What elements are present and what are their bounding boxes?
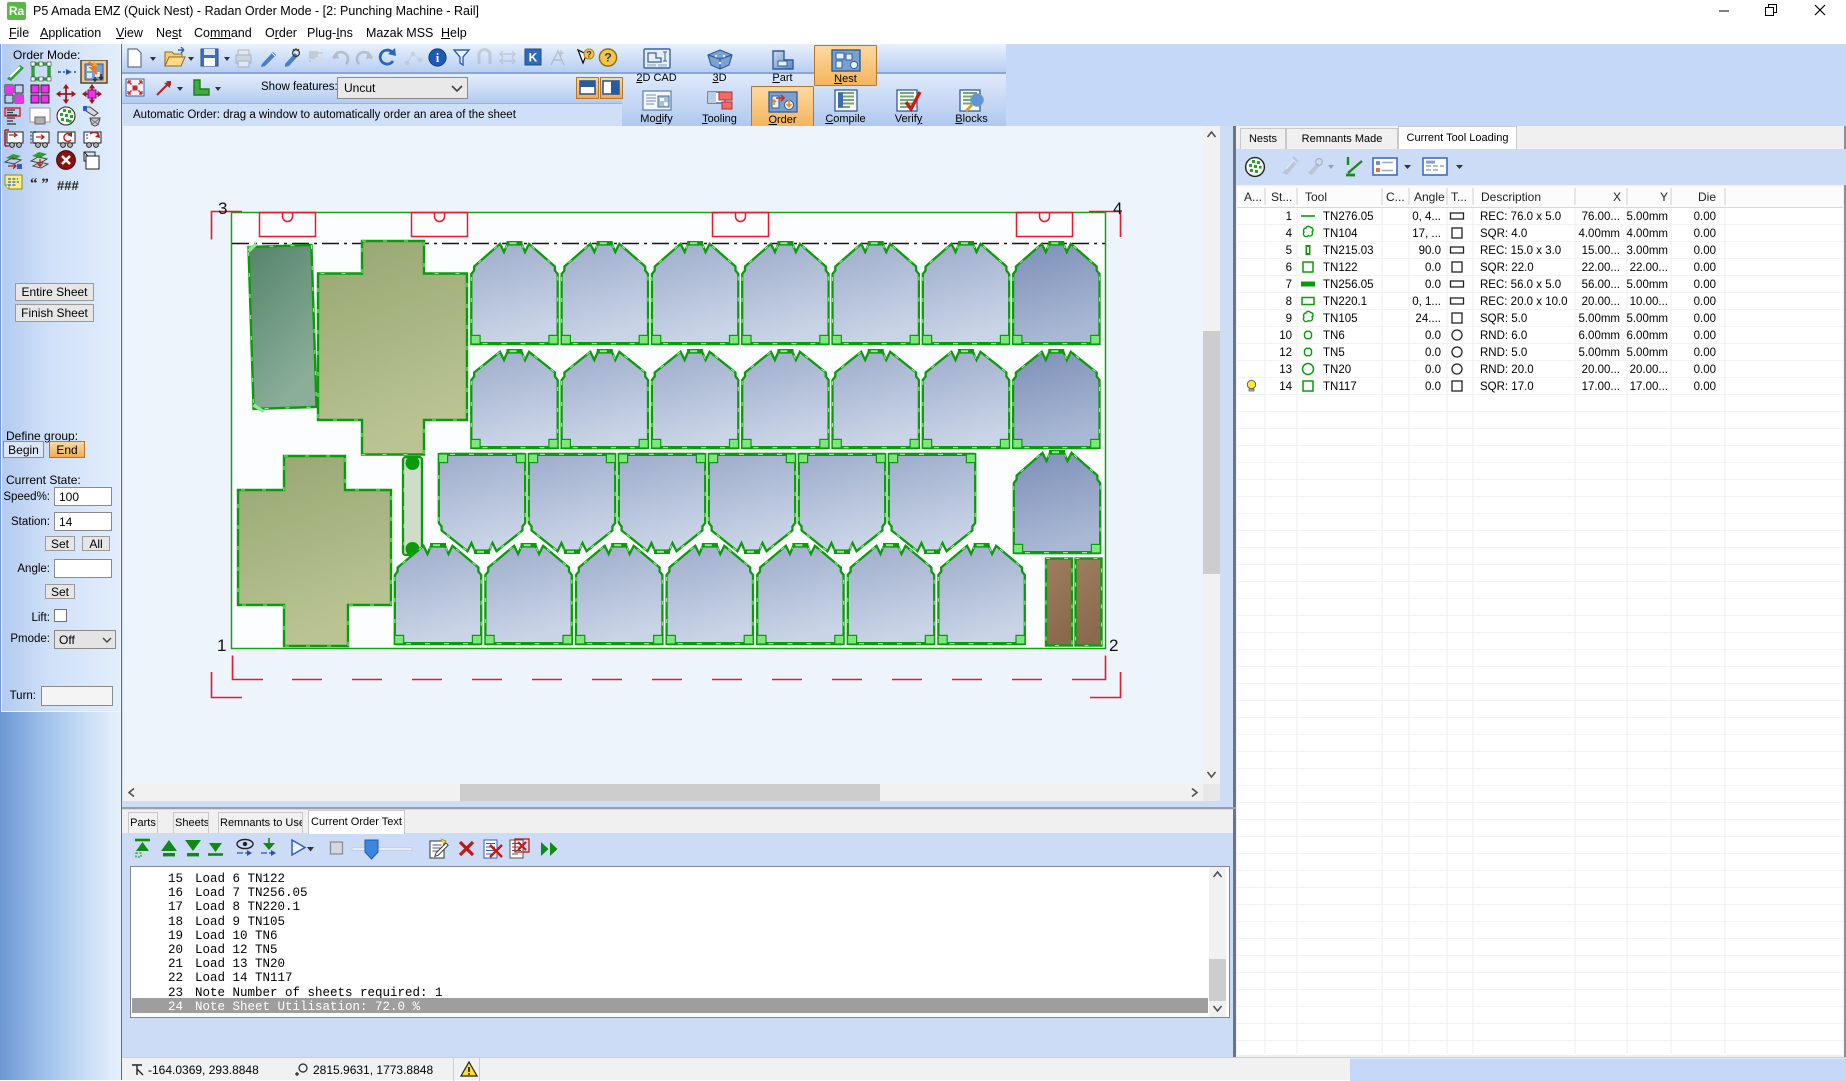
svg-text:0.0: 0.0 <box>1425 347 1441 359</box>
svg-text:90.0: 90.0 <box>1419 245 1441 257</box>
svg-text:0.00: 0.00 <box>1694 279 1716 291</box>
svg-text:4.00mm: 4.00mm <box>1578 228 1620 240</box>
svg-text:1: 1 <box>1286 211 1292 223</box>
svg-text:TN122: TN122 <box>1323 262 1358 274</box>
svg-text:TN117: TN117 <box>1323 381 1357 393</box>
svg-text:17.00...: 17.00... <box>1582 381 1620 393</box>
svg-text:0.00: 0.00 <box>1694 347 1716 359</box>
svg-text:0.0: 0.0 <box>1425 330 1441 342</box>
svg-text:7: 7 <box>1286 279 1292 291</box>
svg-text:0.0: 0.0 <box>1425 279 1441 291</box>
svg-text:REC: 15.0 x 3.0: REC: 15.0 x 3.0 <box>1480 245 1561 257</box>
svg-text:TN256.05: TN256.05 <box>1323 279 1374 291</box>
svg-text:Tool: Tool <box>1305 190 1327 204</box>
svg-text:###: ### <box>57 178 79 193</box>
svg-text:6.00mm: 6.00mm <box>1626 330 1668 342</box>
svg-text:9: 9 <box>1286 313 1292 325</box>
svg-text:0.0: 0.0 <box>1425 262 1441 274</box>
svg-text:REC: 76.0 x 5.0: REC: 76.0 x 5.0 <box>1480 211 1561 223</box>
svg-text:TN105: TN105 <box>1323 313 1358 325</box>
svg-text:0.00: 0.00 <box>1694 262 1716 274</box>
svg-text:A...: A... <box>1244 190 1262 204</box>
svg-text:0.00: 0.00 <box>1694 245 1716 257</box>
svg-text:TN6: TN6 <box>1323 330 1345 342</box>
svg-text:?: ? <box>604 51 611 65</box>
svg-text:22.00...: 22.00... <box>1582 262 1620 274</box>
svg-text:K: K <box>529 51 538 65</box>
svg-text:20.00...: 20.00... <box>1582 296 1620 308</box>
svg-text:22.00...: 22.00... <box>1630 262 1668 274</box>
svg-text:4.00mm: 4.00mm <box>1626 228 1668 240</box>
svg-text:TN220.1: TN220.1 <box>1323 296 1367 308</box>
svg-text:RND: 20.0: RND: 20.0 <box>1480 364 1534 376</box>
svg-text:0.00: 0.00 <box>1694 211 1716 223</box>
svg-text:0, 4...: 0, 4... <box>1412 211 1441 223</box>
svg-text:TN215.03: TN215.03 <box>1323 245 1374 257</box>
svg-text:5.00mm: 5.00mm <box>1626 211 1668 223</box>
svg-text:X: X <box>1613 190 1621 204</box>
svg-text:C...: C... <box>1386 190 1405 204</box>
svg-text:10.00...: 10.00... <box>1630 296 1668 308</box>
svg-text:?: ? <box>586 50 592 60</box>
svg-text:5.00mm: 5.00mm <box>1626 279 1668 291</box>
svg-text:24....: 24.... <box>1415 313 1441 325</box>
svg-text:Y: Y <box>1660 190 1668 204</box>
svg-text:15.00...: 15.00... <box>1582 245 1620 257</box>
svg-text:17.00...: 17.00... <box>1630 381 1668 393</box>
svg-text:SQR: 17.0: SQR: 17.0 <box>1480 381 1534 393</box>
svg-text:TN104: TN104 <box>1323 228 1358 240</box>
svg-text:Die: Die <box>1698 190 1716 204</box>
svg-text:St...: St... <box>1271 190 1292 204</box>
svg-text:0.00: 0.00 <box>1694 381 1716 393</box>
svg-text:76.00...: 76.00... <box>1582 211 1620 223</box>
svg-text:RND: 6.0: RND: 6.0 <box>1480 330 1527 342</box>
svg-text:2: 2 <box>1109 636 1118 655</box>
svg-text:5.00mm: 5.00mm <box>1626 313 1668 325</box>
svg-text:RND: 5.0: RND: 5.0 <box>1480 347 1527 359</box>
svg-text:i: i <box>436 50 440 65</box>
svg-text:3.00mm: 3.00mm <box>1626 245 1668 257</box>
svg-text:1: 1 <box>217 636 226 655</box>
svg-text:5.00mm: 5.00mm <box>1626 347 1668 359</box>
svg-text:5.00mm: 5.00mm <box>1578 347 1620 359</box>
svg-text:6.00mm: 6.00mm <box>1578 330 1620 342</box>
svg-text:0.00: 0.00 <box>1694 330 1716 342</box>
svg-text:TN5: TN5 <box>1323 347 1345 359</box>
svg-text:SQR: 4.0: SQR: 4.0 <box>1480 228 1527 240</box>
svg-text:10: 10 <box>1279 330 1292 342</box>
svg-text:REC: 56.0 x 5.0: REC: 56.0 x 5.0 <box>1480 279 1561 291</box>
svg-text:T...: T... <box>1451 190 1467 204</box>
svg-text:5: 5 <box>1286 245 1292 257</box>
svg-text:REC: 20.0 x 10.0: REC: 20.0 x 10.0 <box>1480 296 1568 308</box>
svg-text:Description: Description <box>1481 190 1541 204</box>
svg-text:SQR: 5.0: SQR: 5.0 <box>1480 313 1527 325</box>
svg-text:0.00: 0.00 <box>1694 364 1716 376</box>
svg-text:3: 3 <box>218 199 227 218</box>
svg-text:SQR: 22.0: SQR: 22.0 <box>1480 262 1534 274</box>
svg-text:13: 13 <box>1279 364 1292 376</box>
svg-text:56.00...: 56.00... <box>1582 279 1620 291</box>
svg-text:20.00...: 20.00... <box>1582 364 1620 376</box>
svg-text:4: 4 <box>1286 228 1293 240</box>
svg-text:6: 6 <box>1286 262 1292 274</box>
svg-text:0.0: 0.0 <box>1425 364 1441 376</box>
svg-text:0.00: 0.00 <box>1694 313 1716 325</box>
svg-text:0, 1...: 0, 1... <box>1412 296 1441 308</box>
svg-text:“ ”: “ ” <box>30 176 49 192</box>
svg-text:0.0: 0.0 <box>1425 381 1441 393</box>
svg-text:0.00: 0.00 <box>1694 228 1716 240</box>
svg-text:17, ...: 17, ... <box>1412 228 1441 240</box>
svg-text:Angle: Angle <box>1414 190 1445 204</box>
svg-text:14: 14 <box>1279 381 1292 393</box>
svg-text:4: 4 <box>1113 199 1122 218</box>
svg-text:5.00mm: 5.00mm <box>1578 313 1620 325</box>
svg-text:8: 8 <box>1286 296 1292 308</box>
svg-text:0.00: 0.00 <box>1694 296 1716 308</box>
svg-text:TN20: TN20 <box>1323 364 1351 376</box>
svg-text:20.00...: 20.00... <box>1630 364 1668 376</box>
svg-text:TN276.05: TN276.05 <box>1323 211 1374 223</box>
svg-text:12: 12 <box>1279 347 1292 359</box>
